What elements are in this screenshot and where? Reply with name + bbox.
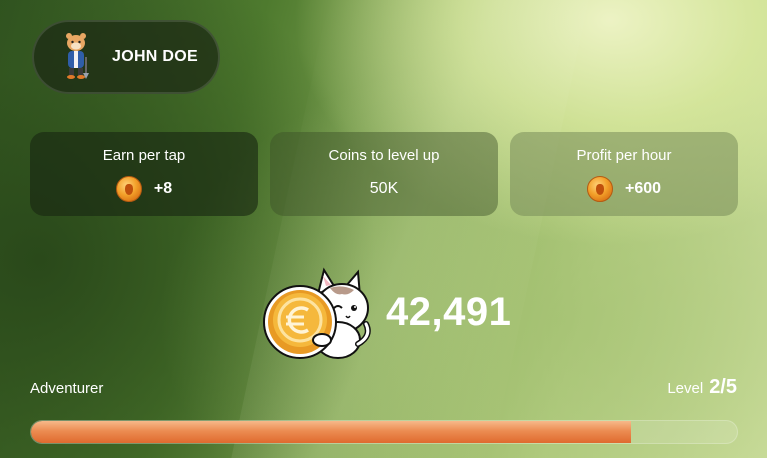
stat-value-row: +8: [115, 175, 173, 203]
profile-name: JOHN DOE: [112, 48, 198, 65]
stat-card-profit-per-hour[interactable]: Profit per hour +600: [510, 132, 738, 216]
coin-icon: [115, 176, 142, 202]
stat-label: Profit per hour: [576, 147, 672, 164]
stat-label: Coins to level up: [328, 147, 440, 164]
stat-label: Earn per tap: [102, 147, 186, 164]
level-indicator: Level 2/5: [667, 376, 737, 399]
level-value: 2/5: [709, 376, 737, 398]
profile-pill[interactable]: JOHN DOE: [32, 20, 220, 94]
hamster-avatar-icon: [66, 33, 89, 79]
stat-value-row: +600: [586, 175, 662, 203]
level-progress-bar: [30, 420, 738, 444]
balance-display: 42,491: [260, 262, 511, 362]
stat-value: +8: [153, 180, 173, 197]
stat-value: 50K: [369, 180, 399, 197]
rank-name: Adventurer: [30, 380, 104, 397]
stat-card-coins-to-level-up[interactable]: Coins to level up 50K: [270, 132, 498, 216]
stat-value: +600: [624, 180, 662, 197]
stats-cards: Earn per tap +8 Coins to level up 50K Pr…: [30, 132, 738, 216]
stat-value-row: 50K: [370, 175, 398, 203]
balance-value: 42,491: [386, 289, 512, 334]
level-progress-fill: [31, 421, 632, 443]
level-label: Level: [667, 380, 704, 397]
stat-card-earn-per-tap[interactable]: Earn per tap +8: [30, 132, 258, 216]
background-highlight: [231, 0, 589, 458]
coin-cat-mascot-icon: [263, 267, 371, 359]
coin-icon: [586, 176, 613, 202]
